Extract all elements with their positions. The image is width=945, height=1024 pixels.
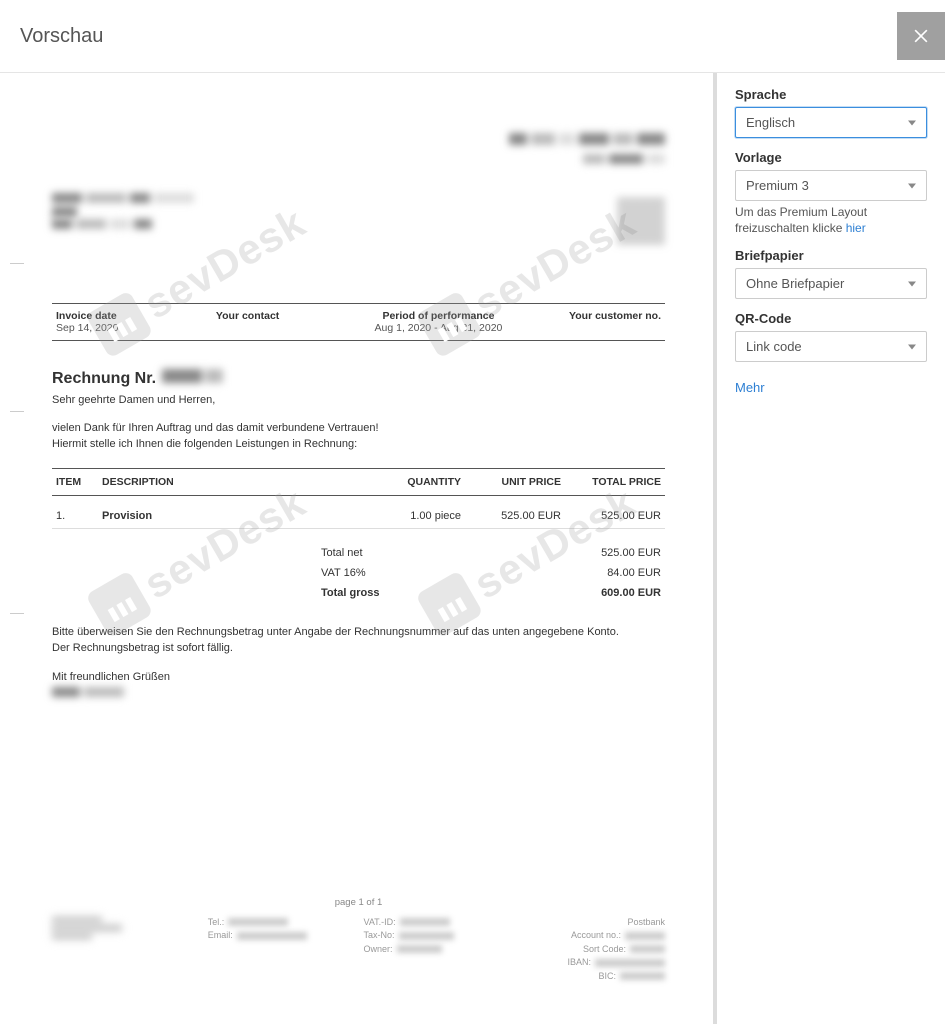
- totals: Total net 525.00 EUR VAT 16% 84.00 EUR T…: [52, 543, 665, 603]
- qrcode-select[interactable]: Link code: [735, 331, 927, 362]
- modal-title: Vorschau: [20, 25, 103, 48]
- sender-block: [52, 193, 222, 253]
- total-gross-value: 609.00 EUR: [521, 587, 661, 599]
- invoice-date-label: Invoice date: [56, 310, 208, 322]
- items-table: ITEM DESCRIPTION QUANTITY UNIT PRICE TOT…: [52, 468, 665, 529]
- sidebar: Sprache Englisch Vorlage Premium 3 Um da…: [717, 73, 945, 1024]
- modal-header: Vorschau: [0, 0, 945, 73]
- col-total: TOTAL PRICE: [565, 469, 665, 496]
- close-icon: [911, 26, 931, 46]
- more-link[interactable]: Mehr: [735, 380, 765, 395]
- closing: Mit freundlichen Grüßen: [52, 671, 665, 700]
- total-gross-label: Total gross: [321, 587, 521, 599]
- col-desc: DESCRIPTION: [98, 469, 375, 496]
- company-block: [509, 133, 665, 253]
- customer-no-label: Your customer no.: [536, 310, 661, 322]
- col-qty: QUANTITY: [375, 469, 465, 496]
- qrcode-label: QR-Code: [735, 311, 927, 326]
- info-bar: Invoice date Sep 14, 2020 Your contact P…: [52, 303, 665, 341]
- close-button[interactable]: [897, 12, 945, 60]
- page-footer: page 1 of 1 Tel.: Email: VAT.-ID:: [52, 897, 665, 984]
- col-item: ITEM: [52, 469, 98, 496]
- period-value: Aug 1, 2020 - Aug 31, 2020: [349, 322, 528, 334]
- contact-label: Your contact: [216, 310, 341, 322]
- invoice-date-value: Sep 14, 2020: [56, 322, 208, 334]
- language-label: Sprache: [735, 87, 927, 102]
- stationery-label: Briefpapier: [735, 248, 927, 263]
- template-select[interactable]: Premium 3: [735, 170, 927, 201]
- table-row: 1. Provision 1.00 piece 525.00 EUR 525.0…: [52, 496, 665, 529]
- intro-line-2: Hiermit stelle ich Ihnen die folgenden L…: [52, 438, 665, 450]
- invoice-page: sevDesk sevDesk sevDesk sevDesk: [12, 93, 705, 1013]
- stationery-select[interactable]: Ohne Briefpapier: [735, 268, 927, 299]
- payment-note: Bitte überweisen Sie den Rechnungsbetrag…: [52, 625, 665, 657]
- total-vat-value: 84.00 EUR: [521, 567, 661, 579]
- total-vat-label: VAT 16%: [321, 567, 521, 579]
- salutation: Sehr geehrte Damen und Herren,: [52, 394, 665, 406]
- preview-pane[interactable]: sevDesk sevDesk sevDesk sevDesk: [0, 73, 717, 1024]
- template-hint: Um das Premium Layout freizuschalten kli…: [735, 205, 927, 236]
- period-label: Period of performance: [349, 310, 528, 322]
- invoice-title: Rechnung Nr.: [52, 369, 665, 388]
- template-label: Vorlage: [735, 150, 927, 165]
- total-net-label: Total net: [321, 547, 521, 559]
- col-unit: UNIT PRICE: [465, 469, 565, 496]
- page-number: page 1 of 1: [52, 897, 665, 908]
- total-net-value: 525.00 EUR: [521, 547, 661, 559]
- language-select[interactable]: Englisch: [735, 107, 927, 138]
- unlock-link[interactable]: hier: [846, 221, 866, 235]
- intro-line-1: vielen Dank für Ihren Auftrag und das da…: [52, 422, 665, 434]
- qr-code-preview: [617, 197, 665, 245]
